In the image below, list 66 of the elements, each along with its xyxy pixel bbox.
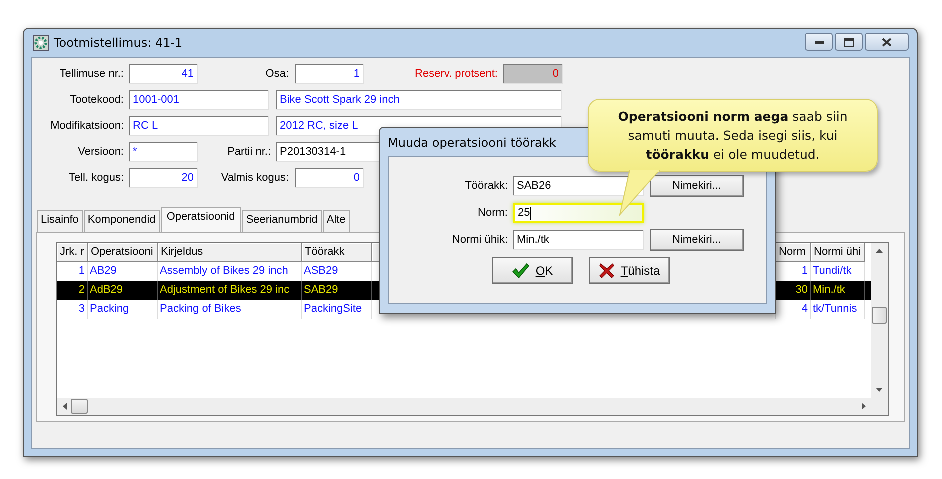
column-header[interactable]: Norm — [776, 243, 811, 262]
field-label: Normi ühik: — [451, 234, 509, 246]
scroll-thumb[interactable] — [872, 307, 887, 324]
field-label: Valmis kogus: — [220, 172, 290, 184]
tab[interactable]: Komponendid — [84, 210, 160, 232]
input-field[interactable]: * — [129, 142, 198, 162]
cross-icon — [598, 262, 615, 278]
horizontal-scrollbar[interactable] — [57, 398, 888, 415]
scroll-left-icon — [63, 403, 67, 410]
field-label: Reserv. protsent: — [414, 68, 499, 80]
input-field[interactable]: 20 — [129, 168, 198, 188]
tab[interactable]: Seerianumbrid — [242, 210, 322, 232]
field-label: Versioon: — [77, 146, 125, 158]
window-title: Tootmistellimus: 41-1 — [54, 36, 183, 50]
tab[interactable]: Operatsioonid — [160, 207, 242, 232]
minimize-button[interactable] — [805, 33, 833, 51]
maximize-icon — [844, 38, 854, 46]
close-button[interactable] — [865, 33, 909, 51]
field-label: Tootekood: — [69, 94, 125, 106]
input-field[interactable]: 25 — [513, 203, 644, 223]
field-label: Norm: — [477, 207, 509, 219]
minimize-icon — [814, 40, 824, 44]
scroll-up-icon — [876, 249, 883, 253]
column-header[interactable]: Kirjeldus — [158, 243, 302, 262]
input-field[interactable]: 1001-001 — [129, 90, 269, 110]
table-cell: 2 — [57, 281, 88, 300]
column-header[interactable]: Jrk. r — [57, 243, 88, 262]
gear-icon — [33, 35, 49, 51]
tab[interactable]: Alte — [322, 210, 350, 232]
scroll-right-icon — [862, 403, 866, 410]
dialog-title: Muuda operatsiooni töörakk — [388, 136, 556, 150]
input-field[interactable]: 41 — [129, 64, 198, 84]
tab[interactable]: Lisainfo — [37, 210, 83, 232]
input-field[interactable]: 1 — [295, 64, 364, 84]
ok-button[interactable]: OK — [492, 257, 573, 284]
maximize-button[interactable] — [835, 33, 863, 51]
input-field[interactable]: 0 — [295, 168, 364, 188]
input-field[interactable]: Min./tk — [513, 230, 644, 250]
vertical-scrollbar[interactable] — [871, 243, 888, 398]
column-header[interactable]: Töörakk — [302, 243, 372, 262]
table-cell: 3 — [57, 300, 88, 319]
list-button[interactable]: Nimekiri... — [650, 229, 744, 251]
list-button[interactable]: Nimekiri... — [650, 175, 744, 197]
table-cell: Adjustment of Bikes 29 inc — [158, 281, 302, 300]
table-cell: Packing — [88, 300, 158, 319]
table-cell: Min./tk — [811, 281, 865, 300]
scroll-thumb[interactable] — [71, 399, 88, 414]
field-label: Partii nr.: — [226, 146, 272, 158]
input-field[interactable]: RC L — [129, 116, 269, 136]
table-cell: Packing of Bikes — [158, 300, 302, 319]
field-label: Tellimuse nr.: — [58, 68, 125, 80]
column-header[interactable]: Operatsiooni — [88, 243, 158, 262]
field-label: Tell. kogus: — [68, 172, 125, 184]
field-label: Töörakk: — [464, 180, 509, 192]
column-header[interactable]: Normi ühi — [811, 243, 865, 262]
table-cell: PackingSite — [302, 300, 372, 319]
cancel-button[interactable]: Tühista — [589, 257, 670, 284]
table-cell: AdB29 — [88, 281, 158, 300]
input-field[interactable]: Bike Scott Spark 29 inch — [276, 90, 562, 110]
field-label: Modifikatsioon: — [50, 120, 125, 132]
close-icon — [882, 38, 892, 46]
table-cell: SAB29 — [302, 281, 372, 300]
scroll-down-icon — [876, 388, 883, 392]
table-cell: tk/Tunnis — [811, 300, 865, 319]
callout-text: Operatsiooni norm aega saab siin samuti muuta. Seda isegi siis, kui töörakku ei ole muudetud. — [617, 108, 849, 164]
field-label: Osa: — [264, 68, 290, 80]
